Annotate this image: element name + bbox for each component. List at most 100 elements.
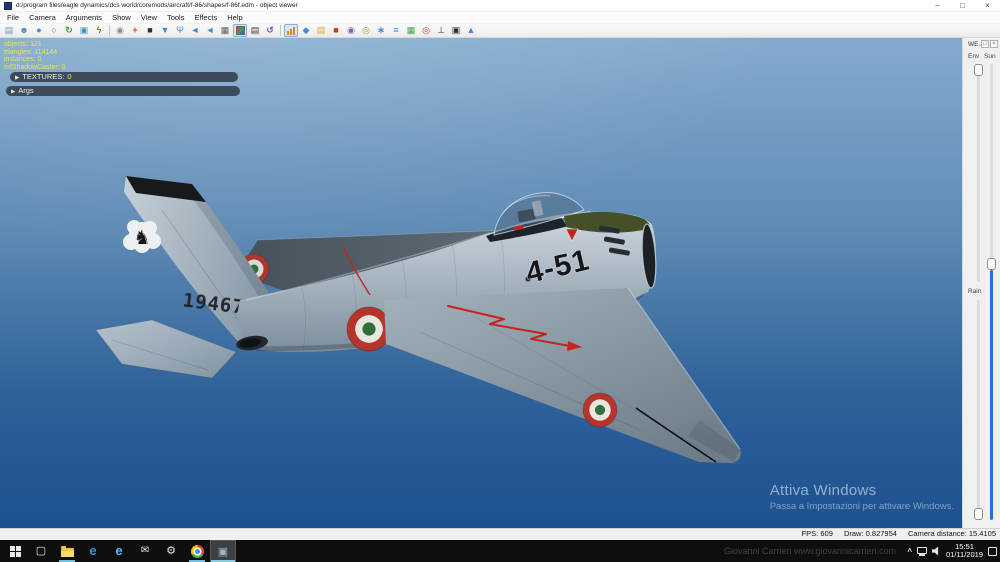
bounds-circle-button[interactable]: ◎ (419, 24, 433, 37)
window-controls: – □ × (925, 0, 1000, 11)
shaded-sphere-button[interactable]: ◎ (359, 24, 373, 37)
image-button[interactable]: ▣ (449, 24, 463, 37)
menu-camera[interactable]: Camera (24, 13, 61, 22)
main-area: ♞ 19467 (0, 38, 1000, 528)
scale-figure-button[interactable]: ⊥ (434, 24, 448, 37)
args-label: Args (18, 86, 33, 95)
textures-count: 0 (67, 72, 71, 81)
edge-button[interactable]: e (80, 540, 106, 562)
animation-button[interactable]: ϟ (92, 24, 106, 37)
menu-effects[interactable]: Effects (189, 13, 222, 22)
sun-slider[interactable] (990, 64, 993, 520)
activation-subtitle: Passa a Impostazioni per attivare Window… (770, 501, 954, 512)
chrome-button-icon (191, 545, 204, 558)
window-title: d:/program files/eagle dynamics/dcs worl… (16, 2, 925, 9)
toolbar-separator (280, 25, 281, 36)
filter-button[interactable]: ▼ (158, 24, 172, 37)
object-viewer-button-icon: ▣ (218, 545, 228, 558)
fps-value: FPS: 609 (802, 529, 833, 538)
minimize-button[interactable]: – (925, 0, 950, 11)
pilot-view-button[interactable]: ☻ (17, 24, 31, 37)
task-view-button[interactable]: ▢ (28, 540, 54, 562)
svg-text:♞: ♞ (133, 227, 150, 249)
taskbar-watermark: Giovanni Carrieri www.giovannicarrieri.c… (724, 546, 896, 556)
env-slider[interactable] (977, 64, 980, 282)
taskbar-apps: ▢ ee ✉⚙ ▣ (0, 540, 236, 562)
start-button-icon (10, 546, 21, 557)
textures-folder-button[interactable]: ▤ (314, 24, 328, 37)
weather-close-button[interactable]: × (990, 40, 998, 48)
menu-file[interactable]: File (2, 13, 24, 22)
stripes-button[interactable]: ▤ (248, 24, 262, 37)
menu-tools[interactable]: Tools (162, 13, 190, 22)
rain-slider-thumb[interactable] (974, 508, 983, 520)
sun-label: Sun (984, 53, 996, 60)
camera-button[interactable]: ◉ (113, 24, 127, 37)
lod-button[interactable]: ◆ (299, 24, 313, 37)
clock-date: 01/11/2019 (946, 551, 983, 559)
expand-arrow-icon: ▶ (11, 89, 15, 95)
taskbar-clock[interactable]: 15:51 01/11/2019 (946, 543, 983, 559)
debug-objects: objects: 121 (4, 41, 65, 49)
arrow-left-alt-button[interactable]: ◄ (203, 24, 217, 37)
textures-label: TEXTURES: (22, 72, 64, 81)
horse-emblem: ♞ (123, 220, 161, 253)
brush-button[interactable]: ▲ (464, 24, 478, 37)
menu-show[interactable]: Show (107, 13, 136, 22)
menu-help[interactable]: Help (222, 13, 247, 22)
wireframe-sphere-button[interactable]: ○ (47, 24, 61, 37)
tail-stabilizer (96, 320, 236, 378)
start-button[interactable] (2, 540, 28, 562)
mail-button[interactable]: ✉ (132, 540, 158, 562)
rgb-channels-button[interactable] (233, 24, 247, 37)
texture-view-button[interactable]: ▣ (77, 24, 91, 37)
weather-undock-button[interactable]: □ (981, 40, 989, 48)
internet-explorer-button[interactable]: e (106, 540, 132, 562)
args-panel[interactable]: ▶Args (6, 86, 240, 96)
taskbar: ▢ ee ✉⚙ ▣ Giovanni Carrieri www.giovannicar… (0, 540, 1000, 562)
env-slider-thumb[interactable] (974, 64, 983, 76)
debug-instances: instances: 0 (4, 56, 65, 64)
menu-arguments[interactable]: Arguments (61, 13, 107, 22)
geosphere-button[interactable]: ◉ (344, 24, 358, 37)
internet-explorer-button-icon: e (115, 540, 122, 562)
rain-slider[interactable] (977, 300, 980, 520)
chrome-button[interactable] (184, 540, 210, 562)
sphere-view-button[interactable]: ● (32, 24, 46, 37)
maximize-button[interactable]: □ (950, 0, 975, 11)
background-button[interactable]: ■ (143, 24, 157, 37)
title-bar: d:/program files/eagle dynamics/dcs worl… (0, 0, 1000, 12)
network-icon[interactable] (917, 547, 927, 554)
file-explorer-button[interactable] (54, 540, 80, 562)
refresh-button[interactable]: ↻ (62, 24, 76, 37)
statistics-button[interactable] (284, 24, 298, 37)
app-icon[interactable] (4, 2, 12, 10)
expand-arrow-icon: ▶ (15, 75, 19, 81)
rotate-button[interactable]: ↺ (263, 24, 277, 37)
snapshot-button[interactable]: ▦ (218, 24, 232, 37)
arrow-left-button[interactable]: ◄ (188, 24, 202, 37)
screen: d:/program files/eagle dynamics/dcs worl… (0, 0, 1000, 562)
menu-view[interactable]: View (136, 13, 162, 22)
textures-panel[interactable]: ▶TEXTURES:0 (10, 72, 238, 82)
object-viewer-button[interactable]: ▣ (210, 540, 236, 562)
bounding-box-button[interactable]: ■ (329, 24, 343, 37)
activation-title: Attiva Windows (770, 482, 954, 499)
settings-button[interactable]: ⚙ (158, 540, 184, 562)
system-tray: ^ 15:51 01/11/2019 (907, 540, 997, 562)
particles-button[interactable]: ∗ (374, 24, 388, 37)
toolbar: ▤☻●○↻▣ϟ◉+■▼Ψ◄◄▦▤↺◆▤■◉◎∗≡▦◎⊥▣▲ (0, 23, 1000, 38)
speaker-icon[interactable] (932, 547, 941, 556)
axes-button[interactable]: + (128, 24, 142, 37)
close-button[interactable]: × (975, 0, 1000, 11)
list-button[interactable]: ≡ (389, 24, 403, 37)
rain-label: Rain (968, 288, 981, 295)
emitter-button[interactable]: Ψ (173, 24, 187, 37)
viewport-3d[interactable]: ♞ 19467 (0, 38, 962, 528)
debug-shadow-caster: mfShadowCaster: 0 (4, 64, 65, 72)
grid-button[interactable]: ▦ (404, 24, 418, 37)
action-center-icon[interactable] (988, 547, 997, 556)
tray-expand-icon[interactable]: ^ (907, 547, 912, 556)
open-model-button[interactable]: ▤ (2, 24, 16, 37)
sun-slider-thumb[interactable] (987, 258, 996, 270)
